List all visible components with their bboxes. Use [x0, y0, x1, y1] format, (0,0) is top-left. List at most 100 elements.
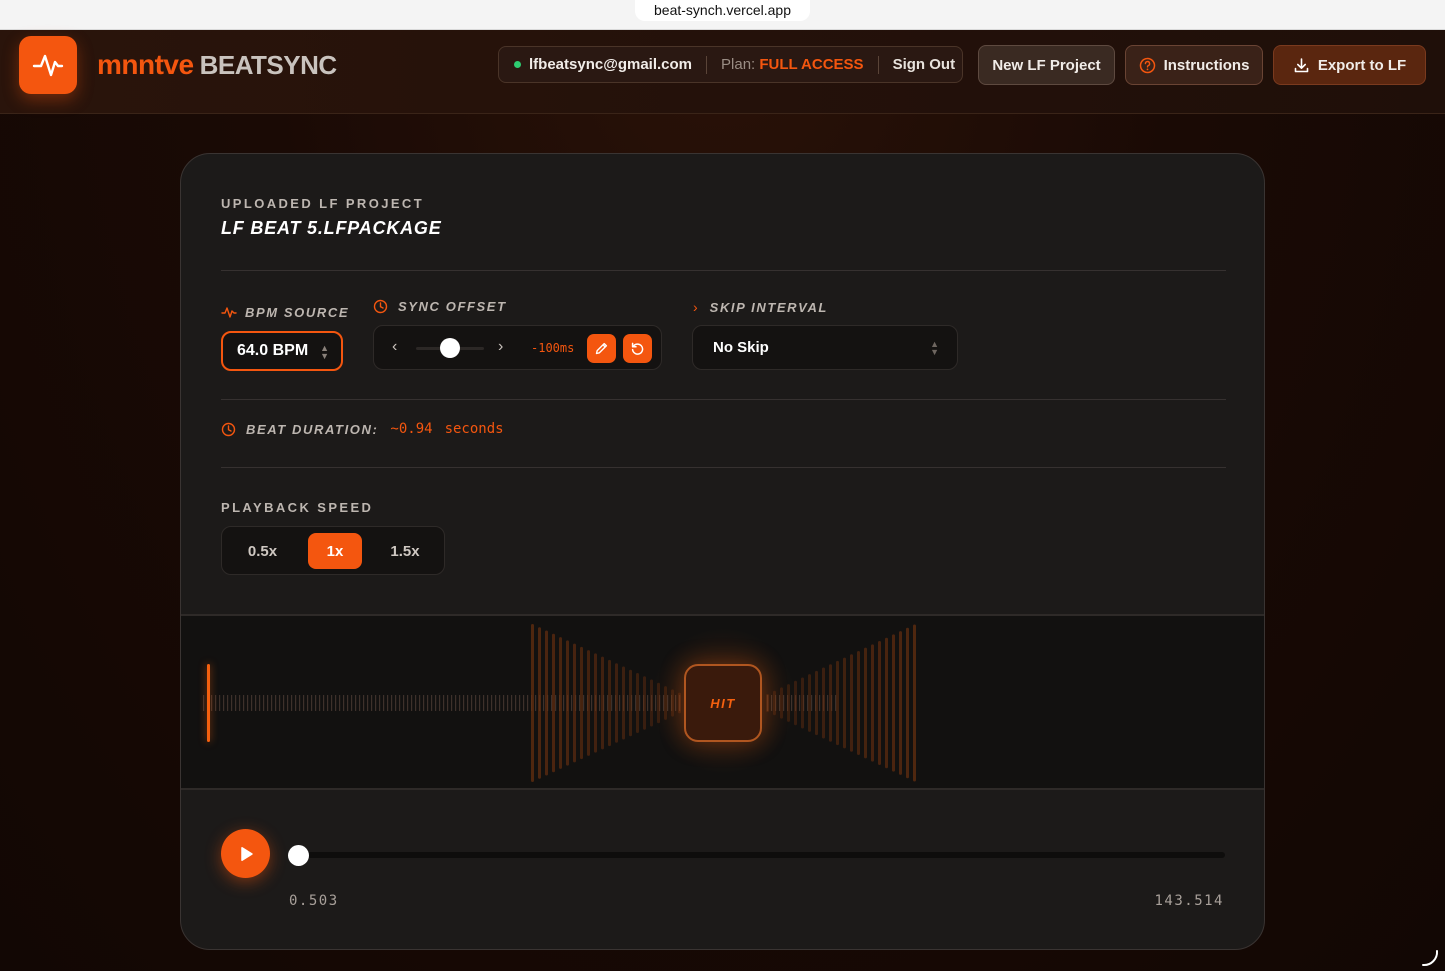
project-label: UPLOADED LF PROJECT [221, 196, 425, 211]
divider [221, 467, 1226, 468]
hit-label: HIT [710, 695, 736, 711]
waveform-tick [251, 695, 253, 711]
chevron-left-icon[interactable]: ‹ [392, 338, 397, 356]
hit-target-button[interactable]: HIT [684, 664, 762, 742]
waveform-tick [343, 695, 345, 711]
export-to-lf-button[interactable]: Export to LF [1273, 45, 1426, 85]
waveform-bar [864, 647, 867, 759]
waveform-tick [443, 695, 445, 711]
waveform-bar [801, 677, 804, 729]
waveform-tick [295, 695, 297, 711]
new-lf-project-button[interactable]: New LF Project [978, 45, 1115, 85]
waveform-bar [815, 670, 818, 736]
edit-offset-button[interactable] [587, 334, 616, 363]
sync-offset-label: SYNC OFFSET [398, 299, 507, 314]
waveform-tick [423, 695, 425, 711]
waveform-tick [339, 695, 341, 711]
export-label: Export to LF [1317, 56, 1407, 74]
waveform-tick [215, 695, 217, 711]
bpm-source-select[interactable]: 64.0 BPM ▲ ▼ [221, 331, 343, 371]
waveform-tick [279, 695, 281, 711]
waveform-tick [371, 695, 373, 711]
waveform-tick [463, 695, 465, 711]
waveform-visualizer[interactable]: HIT [181, 614, 1264, 790]
waveform-tick [503, 695, 505, 711]
waveform-tick [391, 695, 393, 711]
play-button[interactable] [221, 829, 270, 878]
waveform-tick [291, 695, 293, 711]
waveform-tick [543, 695, 545, 711]
brand-wordmark: mnntve BEATSYNC [97, 49, 337, 81]
waveform-tick [223, 695, 225, 711]
waveform-tick [283, 695, 285, 711]
speed-option-1-5x[interactable]: 1.5x [376, 533, 434, 569]
waveform-tick [511, 695, 513, 711]
waveform-tick [287, 695, 289, 711]
waveform-tick [487, 695, 489, 711]
waveform-tick [495, 695, 497, 711]
browser-url-strip: beat-synch.vercel.app [0, 0, 1445, 30]
waveform-bar [538, 627, 541, 779]
waveform-tick [259, 695, 261, 711]
waveform-bar [913, 624, 916, 782]
plan-indicator: Plan: FULL ACCESS [721, 56, 864, 73]
waveform-bar [601, 656, 604, 750]
instructions-label: Instructions [1163, 56, 1250, 74]
waveform-tick [375, 695, 377, 711]
speed-option-1x[interactable]: 1x [308, 533, 362, 569]
online-status-dot [514, 61, 521, 68]
waveform-tick [419, 695, 421, 711]
waveform-tick [447, 695, 449, 711]
bpm-value: 64.0 BPM [237, 342, 309, 359]
waveform-tick [403, 695, 405, 711]
waveform-tick [351, 695, 353, 711]
waveform-bar [552, 633, 555, 773]
seek-track[interactable] [295, 852, 1225, 858]
waveform-bar [559, 637, 562, 769]
sign-out-button[interactable]: Sign Out [893, 56, 956, 73]
waveform-tick [395, 695, 397, 711]
skip-interval-select[interactable]: No Skip ▲ ▼ [692, 325, 958, 370]
waveform-bar [857, 650, 860, 756]
playhead-marker[interactable] [207, 664, 210, 742]
sync-offset-slider-thumb[interactable] [440, 338, 460, 358]
waveform-bar [608, 659, 611, 747]
waveform-bar [643, 676, 646, 730]
waveform-tick [827, 695, 829, 711]
chevron-right-icon[interactable]: › [498, 338, 503, 356]
waveform-bar [573, 643, 576, 763]
waveform-tick [415, 695, 417, 711]
new-lf-project-label: New LF Project [992, 56, 1101, 74]
waveform-bar [878, 641, 881, 765]
waveform-tick [799, 695, 801, 711]
sync-offset-header: SYNC OFFSET [373, 299, 507, 314]
chevron-right-icon: › [693, 299, 698, 315]
reset-offset-button[interactable] [623, 334, 652, 363]
speed-option-0-5x[interactable]: 0.5x [234, 533, 291, 569]
bpm-source-header: BPM SOURCE [221, 304, 349, 320]
playback-speed-label: PLAYBACK SPEED [221, 500, 374, 515]
waveform-tick [519, 695, 521, 711]
waveform-tick [267, 695, 269, 711]
brand-primary: mnntve [97, 49, 194, 80]
waveform-tick [271, 695, 273, 711]
waveform-tick [275, 695, 277, 711]
waveform-tick [399, 695, 401, 711]
instructions-button[interactable]: Instructions [1125, 45, 1263, 85]
waveform-bar [843, 657, 846, 749]
waveform-tick [515, 695, 517, 711]
waveform-tick [619, 695, 621, 711]
waveform-tick [459, 695, 461, 711]
waveform-tick [255, 695, 257, 711]
waveform-tick [483, 695, 485, 711]
updown-chevron-icon: ▲ ▼ [930, 339, 939, 357]
waveform-tick [571, 695, 573, 711]
waveform-tick [331, 695, 333, 711]
waveform-tick [323, 695, 325, 711]
seek-thumb[interactable] [288, 845, 310, 866]
waveform-bar [850, 654, 853, 752]
url-display[interactable]: beat-synch.vercel.app [635, 0, 810, 21]
app-logo[interactable] [19, 36, 77, 94]
waveform-tick [355, 695, 357, 711]
download-icon [1294, 57, 1309, 72]
